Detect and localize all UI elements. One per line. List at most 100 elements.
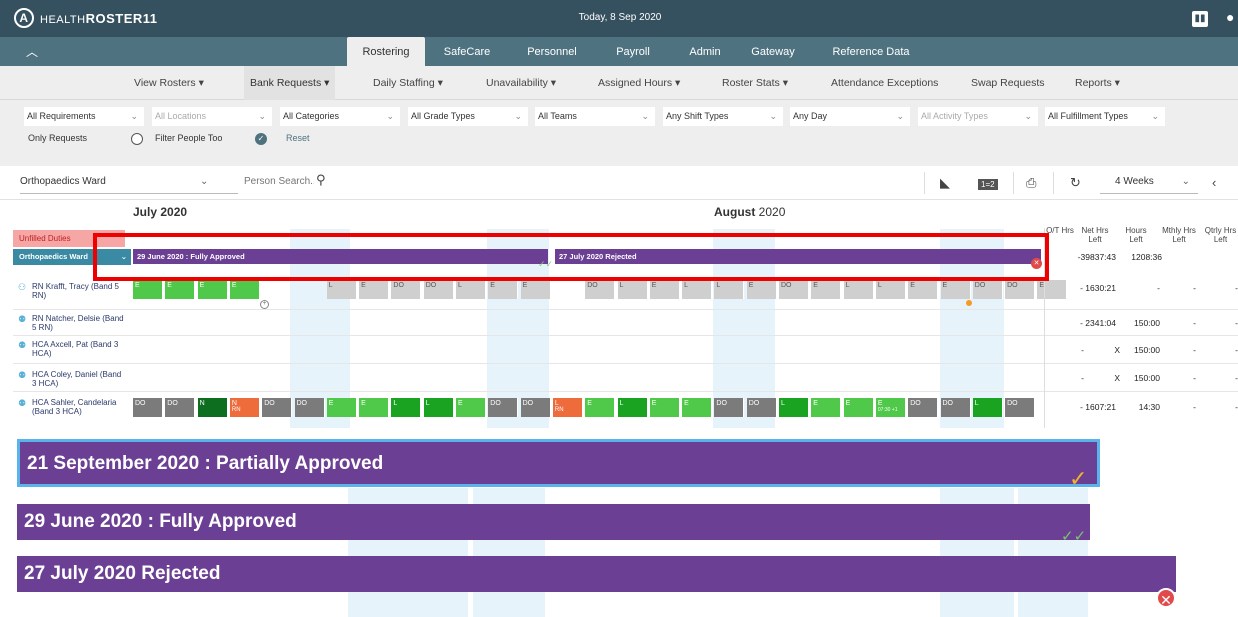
shift-cell[interactable]: DO [294,398,325,417]
shift-cell[interactable]: DO [133,398,163,417]
shift-cell[interactable]: E [133,280,163,299]
shift-cell[interactable]: L [456,280,486,299]
shift-cell[interactable]: E [197,280,228,299]
tab-payroll[interactable]: Payroll [603,37,663,66]
compare-icon[interactable]: 1=2 [978,179,998,190]
shift-cell[interactable]: E [359,398,390,417]
collapse-chevron-icon[interactable]: ︿ [26,43,38,60]
submenu-assigned-hours[interactable]: Assigned Hours ▾ [598,66,680,100]
tab-safecare[interactable]: SafeCare [437,37,497,66]
hide-icon[interactable]: ◣ [940,175,950,191]
tab-reference-data[interactable]: Reference Data [823,37,919,66]
person-coley[interactable]: ⚉ HCA Coley, Daniel (Band 3 HCA) [18,370,126,388]
previous-chevron-icon[interactable]: ‹ [1212,175,1216,190]
shift-cell[interactable]: L [326,280,357,299]
shift-cell[interactable]: DO [746,398,777,417]
shift-cell[interactable]: L [682,280,713,299]
submenu-roster-stats[interactable]: Roster Stats ▾ [722,66,788,100]
person-axcell[interactable]: ⚉ HCA Axcell, Pat (Band 3 HCA) [18,340,126,358]
tab-gateway[interactable]: Gateway [740,37,806,66]
grade-types-select[interactable]: All Grade Types ⌄ [408,107,528,126]
banner-fully-approved[interactable]: 29 June 2020 : Fully Approved [17,504,1090,540]
shift-cell[interactable]: DO [391,280,422,299]
ward-select[interactable]: Orthopaedics Ward ⌄ [20,176,238,194]
shift-cell[interactable]: E 07:30 +1 [875,398,906,417]
refresh-icon[interactable]: ↻ [1070,175,1081,191]
shift-cell[interactable]: N RN [229,398,260,417]
shift-cell[interactable]: DO [423,280,454,299]
shift-cell[interactable]: DO [585,280,616,299]
shift-cell[interactable]: L [779,398,809,417]
user-icon[interactable]: ● [1226,9,1238,27]
shift-cell[interactable]: DO [1005,398,1036,417]
print-icon[interactable]: ⎙ [1026,175,1036,191]
banner-rejected[interactable]: 27 July 2020 Rejected [17,556,1176,592]
shift-cell[interactable]: DO [972,280,1003,299]
shift-cell[interactable]: E [682,398,713,417]
shift-cell[interactable]: DO [940,398,971,417]
shift-cell[interactable]: E [1037,280,1068,299]
shift-cell[interactable]: DO [262,398,293,417]
shift-cell[interactable]: E [843,398,874,417]
shift-cell[interactable]: DO [779,280,809,299]
filter-people-too-check-icon[interactable]: ✓ [255,133,267,145]
shift-cell[interactable]: L [617,280,648,299]
shift-cell[interactable]: L [843,280,874,299]
shift-cell[interactable]: L [391,398,422,417]
shift-cell[interactable]: E [520,280,551,299]
only-requests-radio[interactable] [131,133,143,145]
shift-types-select[interactable]: Any Shift Types ⌄ [663,107,783,126]
shift-cell[interactable]: N [197,398,228,417]
shift-cell[interactable]: E [811,398,842,417]
day-select[interactable]: Any Day ⌄ [790,107,910,126]
shift-cell[interactable]: E [165,280,196,299]
shift-cell[interactable]: E [229,280,260,299]
person-natcher[interactable]: ⚉ RN Natcher, Delsie (Band 5 RN) [18,314,126,332]
categories-select[interactable]: All Categories ⌄ [280,107,400,126]
tab-rostering[interactable]: Rostering [347,37,425,66]
shift-cell[interactable]: DO [714,398,745,417]
period-select[interactable]: 4 Weeks ⌄ [1100,176,1198,194]
person-sahler[interactable]: ⚉ HCA Sahler, Candelaria (Band 3 HCA) [18,398,126,416]
submenu-reports[interactable]: Reports ▾ [1075,66,1120,100]
shift-cell[interactable]: E [488,280,519,299]
shift-cell[interactable]: L [423,398,454,417]
shift-cell[interactable]: DO [908,398,939,417]
person-krafft[interactable]: ⚇ RN Krafft, Tracy (Band 5 RN) [18,282,126,300]
person-search-input[interactable] [244,176,314,187]
submenu-daily-staffing[interactable]: Daily Staffing ▾ [373,66,443,100]
shift-cell[interactable]: E [908,280,939,299]
shift-cell[interactable]: L [875,280,906,299]
shift-cell[interactable]: DO [488,398,519,417]
shift-cell[interactable]: L [972,398,1003,417]
banner-partially-approved[interactable]: 21 September 2020 : Partially Approved [17,439,1100,487]
shift-cell[interactable]: DO [520,398,551,417]
reset-button[interactable]: Reset [286,129,310,148]
requirements-select[interactable]: All Requirements ⌄ [24,107,144,126]
shift-cell[interactable]: E [456,398,486,417]
shift-cell[interactable]: E [649,398,680,417]
shift-cell[interactable]: E [585,398,616,417]
shift-cell[interactable]: L [714,280,745,299]
tab-admin[interactable]: Admin [680,37,730,66]
fulfillment-types-select[interactable]: All Fulfillment Types ⌄ [1045,107,1165,126]
shift-cell[interactable]: DO [165,398,196,417]
shift-cell[interactable]: E [326,398,357,417]
shift-cell[interactable]: E [359,280,390,299]
submenu-view-rosters[interactable]: View Rosters ▾ [134,66,204,100]
shift-cell[interactable]: DO [1005,280,1036,299]
submenu-unavailability[interactable]: Unavailability ▾ [486,66,556,100]
shift-cell[interactable]: E [811,280,842,299]
submenu-bank-requests[interactable]: Bank Requests ▾ [244,66,336,100]
search-icon[interactable]: ⚲ [316,172,326,188]
teams-select[interactable]: All Teams ⌄ [535,107,655,126]
submenu-swap-requests[interactable]: Swap Requests [971,66,1045,100]
add-shift-icon[interactable]: + [260,300,269,309]
tab-personnel[interactable]: Personnel [520,37,584,66]
stats-icon[interactable]: ▮▮ [1192,11,1208,27]
shift-cell[interactable]: E [746,280,777,299]
shift-cell[interactable]: L RN [552,398,583,417]
brand-logo[interactable]: A HEALTHROSTER11 [14,8,158,28]
shift-cell[interactable]: E [940,280,971,299]
shift-cell[interactable]: L [617,398,648,417]
